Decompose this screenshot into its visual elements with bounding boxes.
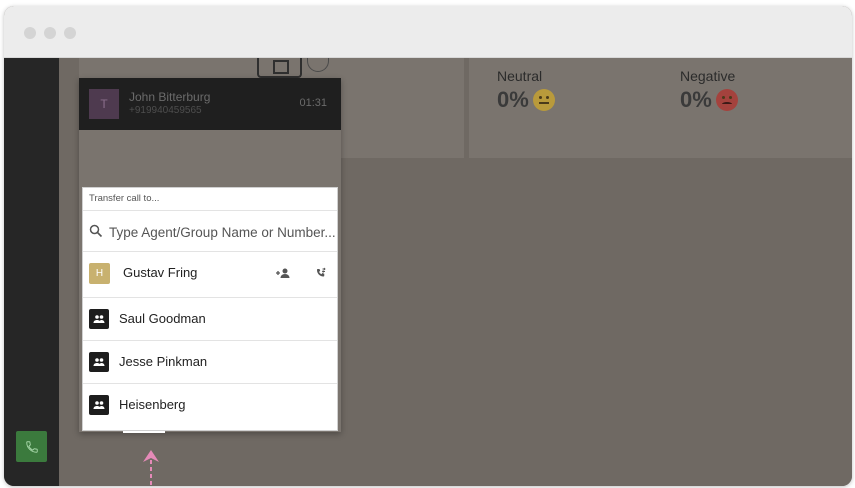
active-call-header: T John Bitterburg +919940459565 01:31 <box>79 78 341 130</box>
stat-neutral-label: Neutral <box>497 68 543 84</box>
main-content: Neutral 0% Negative 0% T John Bitterburg… <box>59 58 852 486</box>
sentiment-card: Neutral 0% Negative 0% <box>469 58 852 158</box>
caller-number: +919940459565 <box>129 105 202 116</box>
stat-neutral: Neutral 0% <box>497 68 555 113</box>
list-item-group[interactable]: Saul Goodman <box>83 298 337 341</box>
stat-negative: Negative 0% <box>680 68 738 113</box>
caller-avatar: T <box>89 89 119 119</box>
list-item-group[interactable]: Jesse Pinkman <box>83 341 337 384</box>
search-icon <box>89 224 103 238</box>
add-participant-button[interactable] <box>275 265 291 281</box>
phone-icon <box>25 440 38 453</box>
app-window: Neutral 0% Negative 0% T John Bitterburg… <box>4 6 852 486</box>
neutral-face-icon <box>532 89 555 111</box>
sad-face-icon <box>715 89 738 111</box>
window-titlebar <box>4 6 852 58</box>
group-name: Heisenberg <box>119 397 186 412</box>
transfer-to-agent-button[interactable] <box>313 265 329 281</box>
group-icon <box>89 395 109 415</box>
group-icon <box>89 352 109 372</box>
add-participant-icon <box>276 268 290 278</box>
transfer-call-panel: Transfer call to... H Gustav Fring <box>82 187 338 431</box>
stat-neutral-value: 0% <box>497 87 529 112</box>
app-body: Neutral 0% Negative 0% T John Bitterburg… <box>4 58 852 486</box>
group-name: Jesse Pinkman <box>119 354 208 369</box>
transfer-search <box>83 210 337 252</box>
agent-name: Gustav Fring <box>123 265 198 280</box>
group-name: Saul Goodman <box>119 311 206 326</box>
window-maximize-button[interactable] <box>64 27 76 39</box>
stat-negative-label: Negative <box>680 68 736 84</box>
sidebar-phone-button[interactable] <box>16 431 47 462</box>
list-item-agent[interactable]: H Gustav Fring <box>83 252 337 298</box>
call-timer: 01:31 <box>299 97 327 109</box>
left-sidebar <box>4 58 59 486</box>
window-minimize-button[interactable] <box>44 27 56 39</box>
window-close-button[interactable] <box>24 27 36 39</box>
transfer-panel-title: Transfer call to... <box>89 193 160 204</box>
caller-name: John Bitterburg <box>129 90 211 104</box>
search-input[interactable] <box>109 219 335 245</box>
document-icon <box>257 58 302 78</box>
transfer-call-icon <box>317 267 326 277</box>
avatar: H <box>89 263 110 284</box>
round-indicator <box>307 58 329 72</box>
group-icon <box>89 309 109 329</box>
pointer-arrow-icon <box>143 450 159 488</box>
list-item-group[interactable]: Heisenberg <box>83 384 337 427</box>
stat-negative-value: 0% <box>680 87 712 112</box>
